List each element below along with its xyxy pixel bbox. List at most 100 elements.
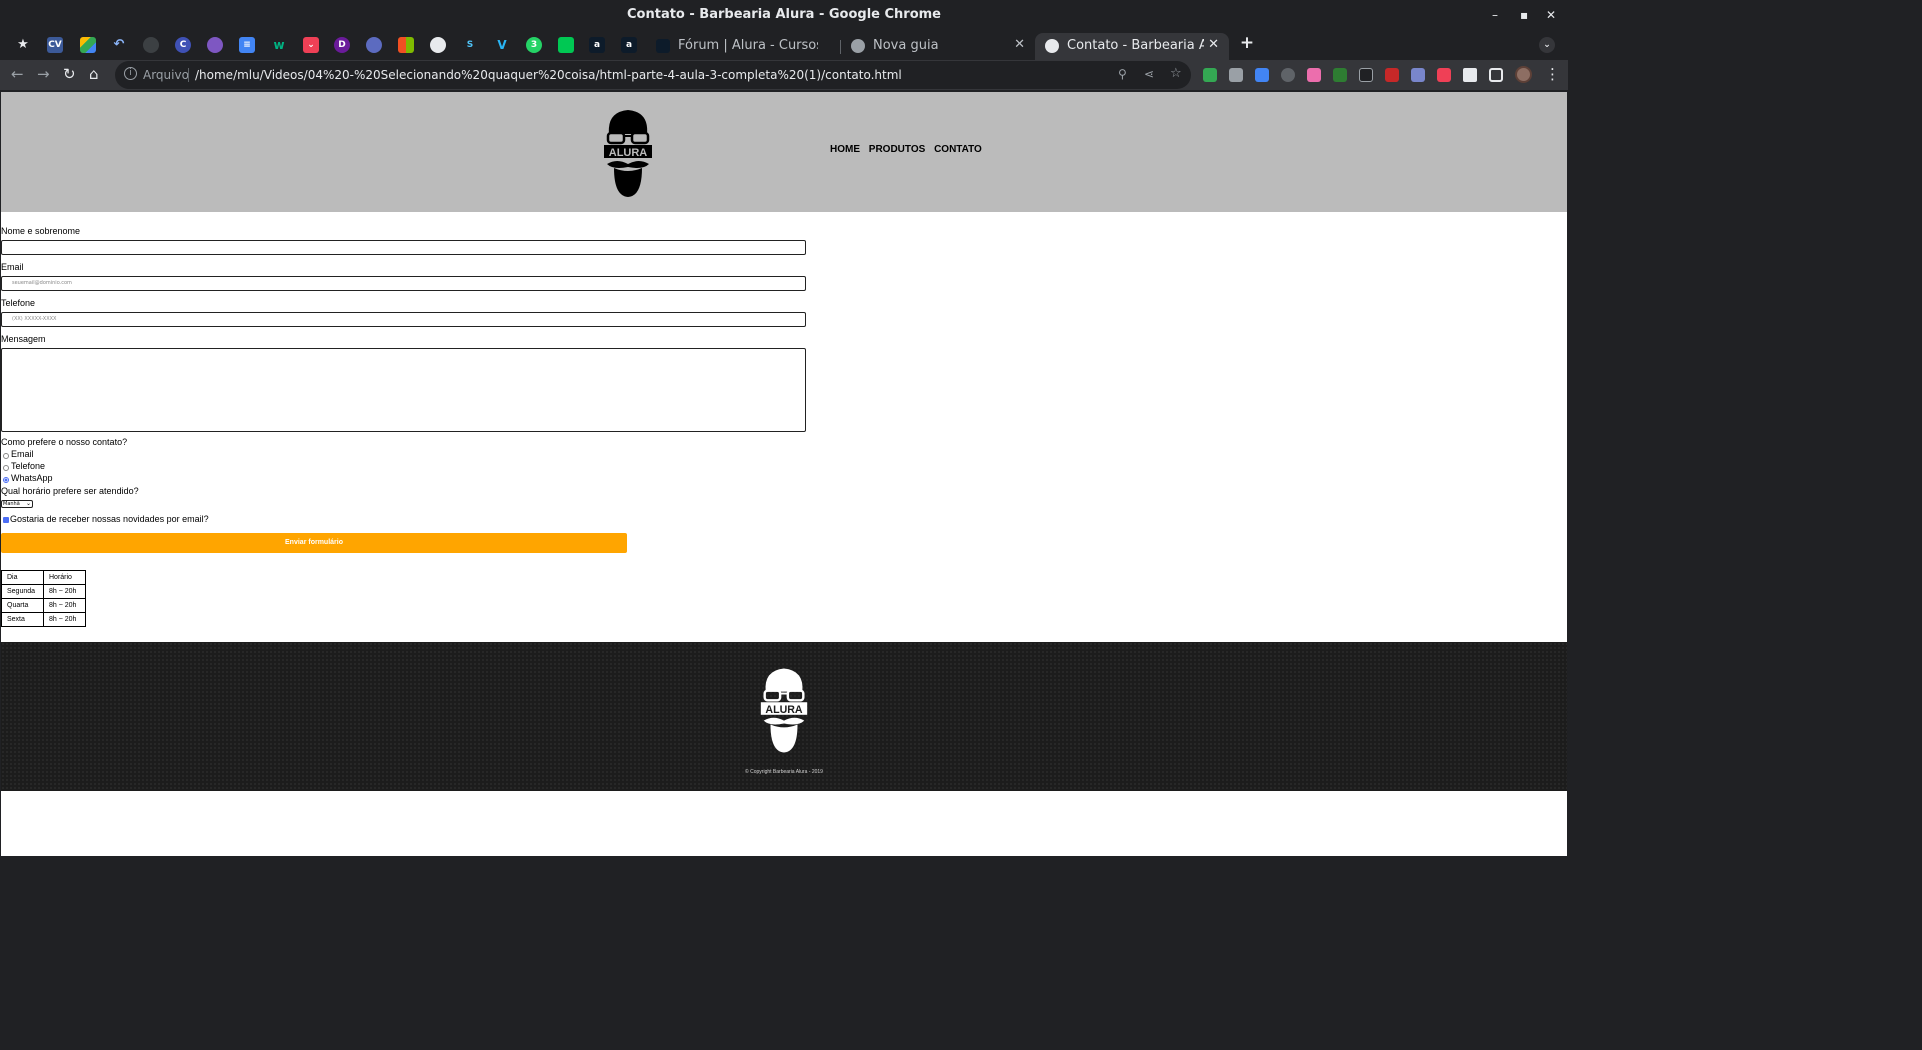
radio-telefone-label[interactable]: Telefone (11, 461, 45, 471)
browser-toolbar: ← → ↻ ⌂ i Arquivo /home/mlu/Videos/04%20… (0, 60, 1568, 90)
pinned-tab-microsoft-icon[interactable] (398, 37, 414, 53)
maximize-button[interactable]: ▪ (1520, 8, 1528, 22)
newsletter-label[interactable]: Gostaria de receber nossas novidades por… (10, 514, 209, 524)
site-footer: ALURA © Copyright Barbearia Alura - 2019 (1, 642, 1567, 791)
security-label: Arquivo (143, 68, 189, 82)
time-question: Qual horário prefere ser atendido? (1, 486, 139, 496)
table-row: Segunda 8h ~ 20h (1, 584, 86, 599)
newsletter-checkbox[interactable] (3, 517, 9, 523)
name-label: Nome e sobrenome (1, 226, 81, 236)
info-icon[interactable]: i (124, 67, 137, 80)
extension-pdf-icon[interactable] (1229, 68, 1243, 82)
tab-search-chevron-icon[interactable]: ⌄ (1539, 37, 1555, 53)
nav-link-produtos[interactable]: PRODUTOS (869, 144, 926, 155)
extension-eyedropper-icon[interactable] (1411, 68, 1425, 82)
radio-email[interactable] (3, 453, 9, 459)
main-nav: HOME PRODUTOS CONTATO (830, 144, 988, 155)
pinned-tab-pocket-icon[interactable]: ⌄ (303, 37, 319, 53)
message-textarea[interactable] (1, 348, 806, 432)
home-icon[interactable]: ⌂ (89, 65, 99, 83)
close-tab-icon[interactable]: ✕ (1208, 37, 1219, 52)
address-divider (188, 68, 189, 82)
copyright-text: © Copyright Barbearia Alura - 2019 (745, 769, 823, 775)
email-label: Email (1, 262, 24, 272)
hours-table: Dia Horário Segunda 8h ~ 20h Quarta 8h ~… (1, 570, 86, 627)
pinned-tab-alura-icon[interactable]: a (589, 37, 605, 53)
tab-label: Nova guia (873, 38, 939, 53)
extension-red-icon[interactable] (1385, 68, 1399, 82)
extension-vp-icon[interactable] (1281, 68, 1295, 82)
contact-question: Como prefere o nosso contato? (1, 437, 128, 447)
pinned-tab-book-icon[interactable] (558, 37, 574, 53)
window-title: Contato - Barbearia Alura - Google Chrom… (627, 7, 941, 22)
table-cell: 8h ~ 20h (43, 612, 86, 627)
extension-translate-icon[interactable] (1255, 68, 1269, 82)
pinned-tab-arrow-icon[interactable]: ↶ (111, 37, 127, 53)
alura-logo-icon[interactable]: ALURA (599, 106, 657, 198)
table-cell: 8h ~ 20h (43, 598, 86, 613)
pinned-tab-drive-icon[interactable] (80, 37, 96, 53)
table-header-row: Dia Horário (1, 570, 86, 585)
time-select-value: Manhã (3, 501, 20, 507)
pinned-tab-alura-icon-2[interactable]: a (621, 37, 637, 53)
pinned-tab-docs-icon[interactable]: ≡ (239, 37, 255, 53)
tab-forum[interactable]: Fórum | Alura - Cursos o (646, 33, 840, 60)
menu-kebab-icon[interactable]: ⋮ (1545, 65, 1560, 83)
site-header: ALURA HOME PRODUTOS CONTATO (1, 92, 1567, 212)
side-panel-icon[interactable] (1489, 68, 1503, 82)
pinned-tab-c-icon[interactable]: C (175, 37, 191, 53)
table-cell: Quarta (1, 598, 44, 613)
extension-pocket-icon[interactable] (1437, 68, 1451, 82)
pinned-tab-v-icon[interactable]: V (494, 37, 510, 53)
table-cell: 8h ~ 20h (43, 584, 86, 599)
radio-whatsapp-label[interactable]: WhatsApp (11, 473, 53, 483)
forward-arrow-icon[interactable]: → (37, 65, 50, 83)
pinned-tab-s-icon[interactable]: S (462, 37, 478, 53)
nav-link-home[interactable]: HOME (830, 144, 860, 155)
extension-green-icon[interactable] (1203, 68, 1217, 82)
bookmark-star-icon[interactable]: ☆ (1170, 66, 1182, 81)
extension-ninja-icon[interactable] (1359, 68, 1373, 82)
profile-avatar[interactable] (1515, 66, 1532, 83)
address-bar[interactable]: i Arquivo /home/mlu/Videos/04%20-%20Sele… (115, 61, 1191, 89)
radio-telefone[interactable] (3, 465, 9, 471)
back-arrow-icon[interactable]: ← (11, 65, 24, 83)
email-input[interactable]: seuemail@dominio.com (1, 276, 806, 291)
extension-json-icon[interactable] (1333, 68, 1347, 82)
nav-link-contato[interactable]: CONTATO (934, 144, 982, 155)
pinned-tab-cv-icon[interactable]: CV (47, 37, 63, 53)
pinned-tab-d-icon[interactable]: D (334, 37, 350, 53)
close-window-button[interactable]: ✕ (1546, 8, 1556, 22)
radio-email-label[interactable]: Email (11, 449, 34, 459)
pinned-tab-w-icon[interactable]: w (271, 37, 287, 53)
alura-favicon-icon (656, 39, 670, 53)
globe-favicon-icon (1045, 39, 1059, 53)
pinned-tab-star-icon[interactable]: ★ (15, 37, 31, 53)
page-viewport: ALURA HOME PRODUTOS CONTATO Nome e sobre… (1, 92, 1567, 856)
extension-m-icon[interactable] (1307, 68, 1321, 82)
tab-nova-guia[interactable]: Nova guia ✕ (841, 33, 1035, 60)
pinned-tab-circle-icon[interactable] (366, 37, 382, 53)
table-cell: Segunda (1, 584, 44, 599)
pinned-tab-photo-icon[interactable] (207, 37, 223, 53)
table-row: Sexta 8h ~ 20h (1, 612, 86, 627)
submit-button[interactable]: Enviar formulário (1, 533, 627, 553)
minimize-button[interactable]: – (1492, 8, 1498, 22)
footer-logo-text: ALURA (765, 704, 802, 716)
share-icon[interactable]: ⋖ (1144, 67, 1154, 81)
url-text[interactable]: /home/mlu/Videos/04%20-%20Selecionando%2… (195, 68, 902, 82)
pinned-tab-globe-icon[interactable] (430, 37, 446, 53)
close-tab-icon[interactable]: ✕ (1014, 37, 1025, 52)
reload-icon[interactable]: ↻ (63, 65, 76, 83)
name-input[interactable] (1, 240, 806, 255)
pinned-tab-github-icon[interactable] (143, 37, 159, 53)
pinned-tab-whatsapp-icon[interactable]: 3 (526, 37, 542, 53)
time-select[interactable]: Manhã ⌄ (1, 500, 33, 508)
new-tab-plus-icon[interactable]: + (1239, 35, 1255, 52)
tab-contato[interactable]: Contato - Barbearia Alur ✕ (1035, 33, 1229, 60)
extensions-puzzle-icon[interactable] (1463, 68, 1477, 82)
zoom-icon[interactable]: ⚲ (1118, 67, 1127, 81)
phone-input[interactable]: (XX) XXXXX-XXXX (1, 312, 806, 327)
table-cell: Sexta (1, 612, 44, 627)
radio-whatsapp[interactable] (3, 477, 9, 483)
